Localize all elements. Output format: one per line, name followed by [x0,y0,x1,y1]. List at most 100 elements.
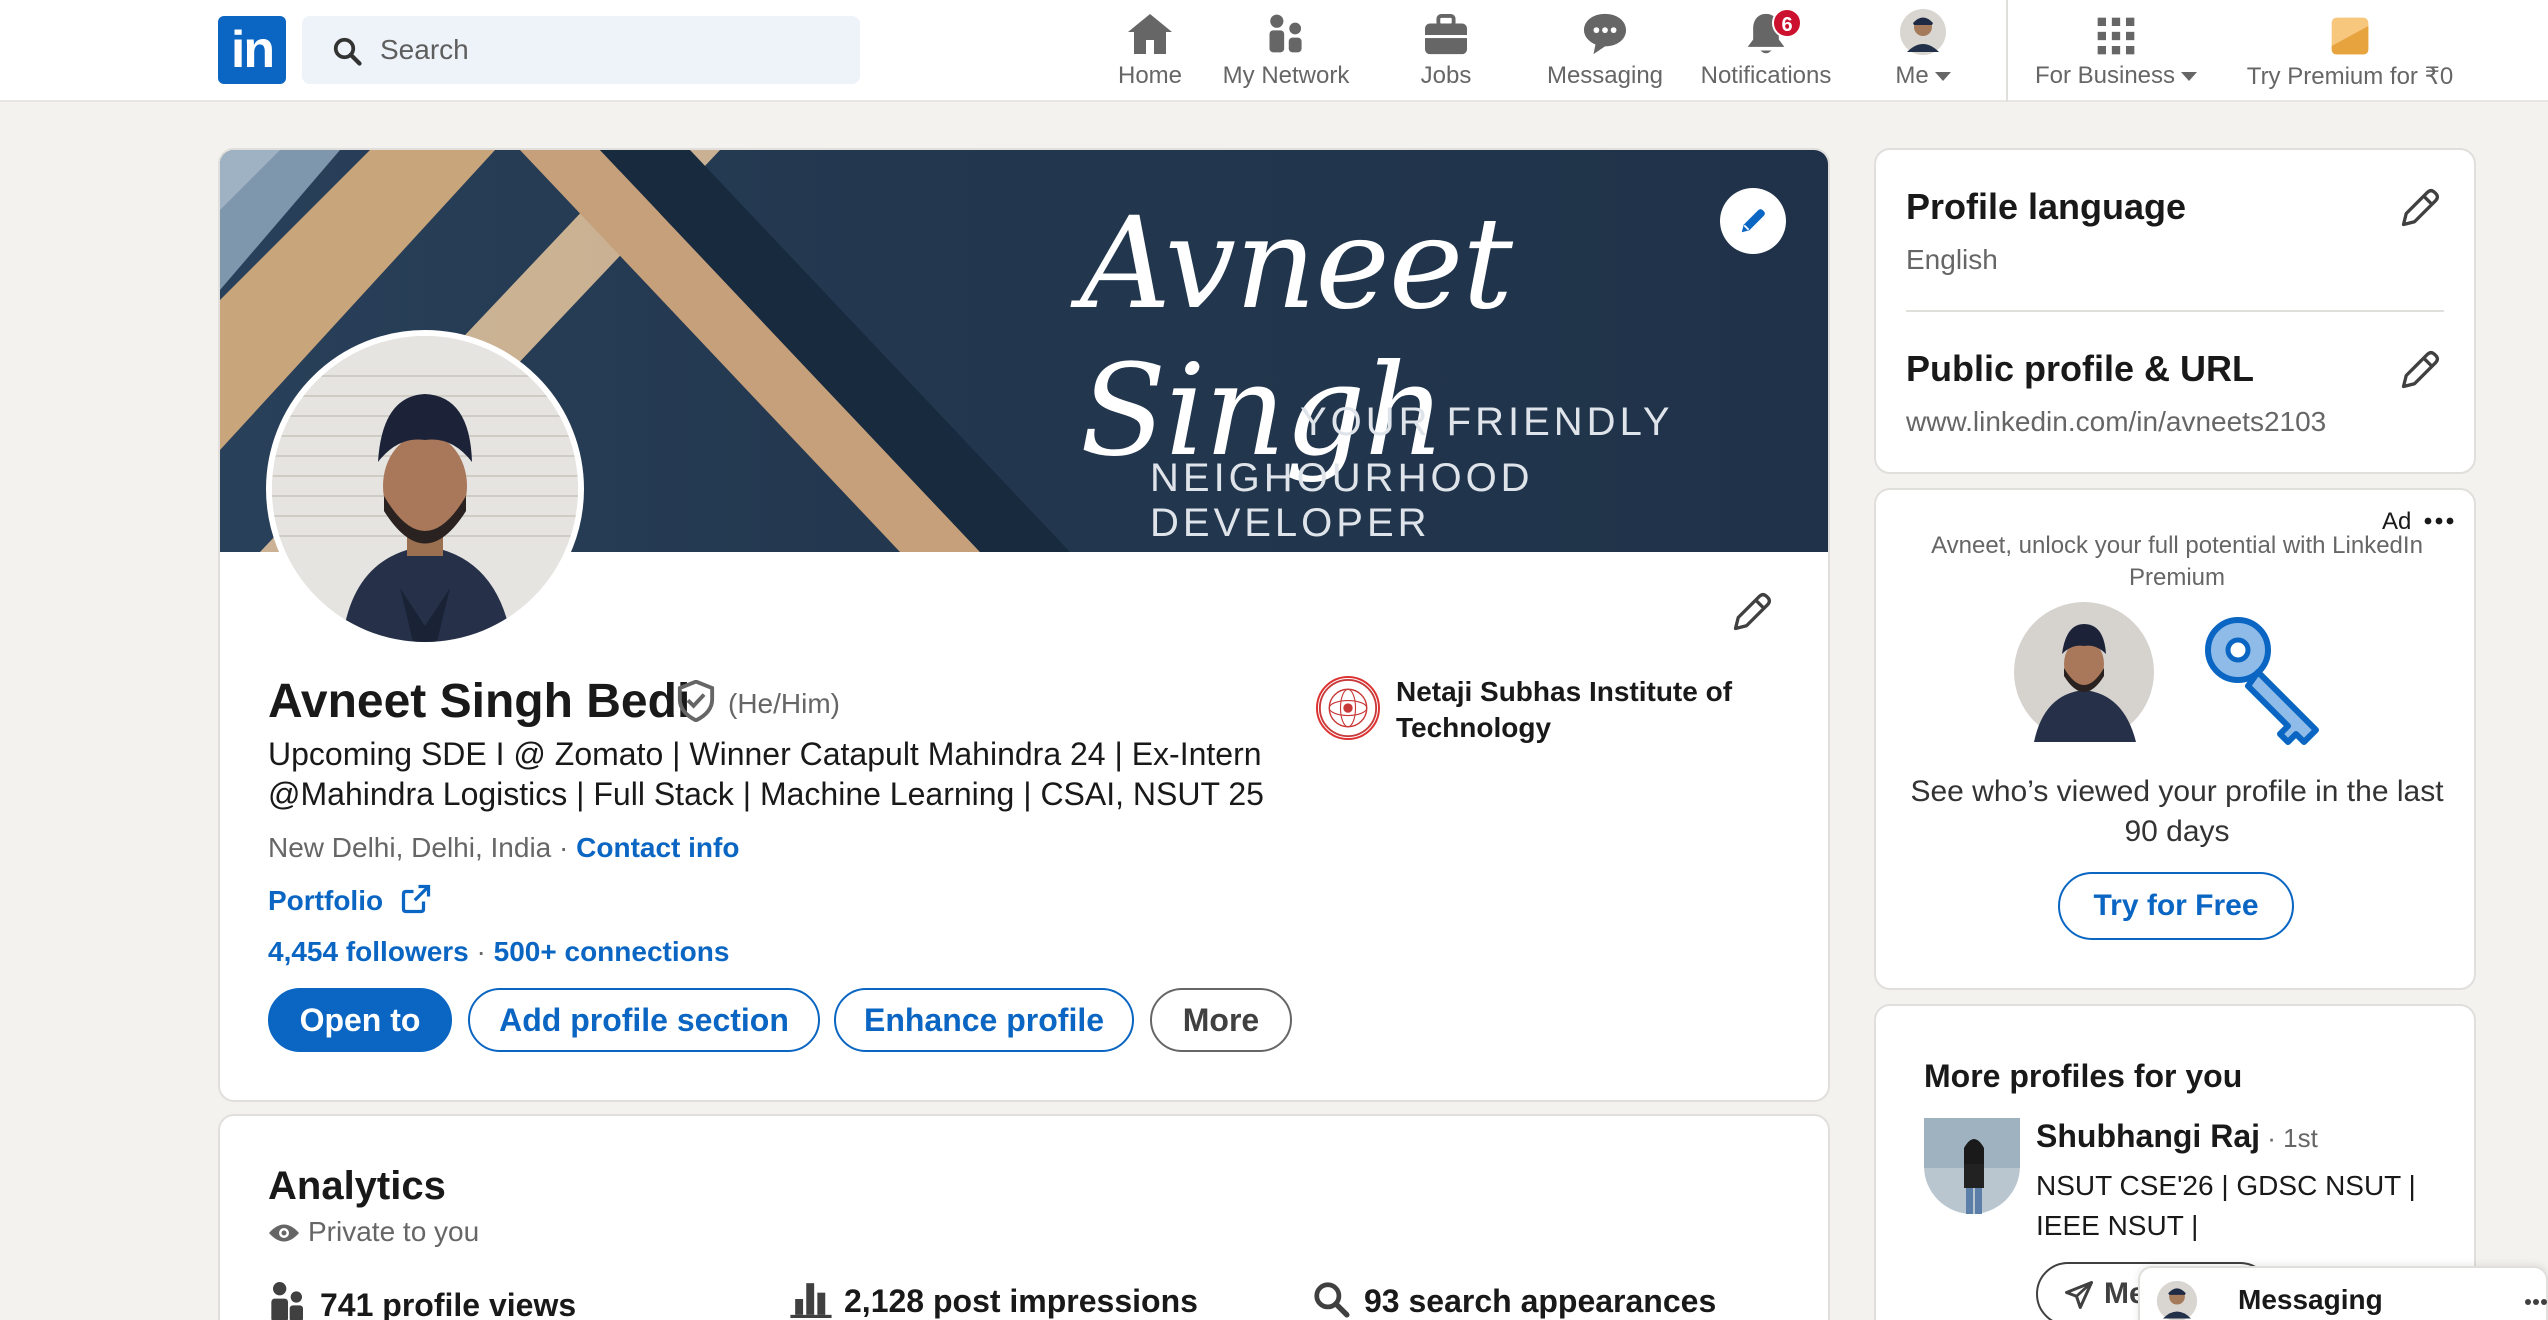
profile-language-value: English [1906,244,1998,275]
suggested-profile-headline: NSUT CSE'26 | GDSC NSUT | IEEE NSUT | [2036,1170,2416,1241]
profile-suggestion-avatar[interactable] [1924,1118,2020,1214]
ad-user-avatar [2014,602,2154,742]
profile-pronouns: (He/Him) [728,688,840,719]
people-icon [271,1282,303,1320]
nav-label: Jobs [1420,62,1472,89]
nav-home[interactable]: Home [1090,8,1210,94]
nav-label: Me [1895,62,1929,89]
nav-business-label: For Business [2024,62,2208,90]
education-school-link[interactable]: Netaji Subhas Institute of Technology [1396,674,1816,746]
contact-info-link[interactable]: Contact info [576,832,739,863]
analytics-card: Analytics Private to you 741 profile vie… [218,1114,1830,1320]
ad-headline: See who’s viewed your profile in the las… [1910,775,2444,848]
open-to-button[interactable]: Open to [268,988,452,1052]
nav-label: Notifications [1700,62,1832,89]
more-options-icon[interactable] [2424,516,2454,526]
search-appearances-label: 93 search appearances [1364,1283,1717,1319]
suggested-profile-name-row: Shubhangi Raj · 1st [2036,1118,2318,1155]
profile-settings-card: Profile language English Public profile … [1874,148,2476,474]
verified-shield-icon[interactable] [676,680,716,722]
nav-my-network[interactable]: My Network [1210,8,1362,94]
apps-grid-icon [2097,17,2135,55]
edit-url-pencil-icon[interactable] [2398,348,2442,392]
messaging-label: Messaging [2238,1284,2383,1315]
premium-icon [2331,17,2369,55]
linkedin-logo[interactable]: in [218,16,286,84]
search-appearances-link[interactable]: 93 search appearances [1312,1280,1716,1320]
eye-icon [269,1224,299,1242]
chevron-down-icon [2181,72,2198,82]
connections-link[interactable]: 500+ connections [494,936,730,967]
nav-me-label: Me [1880,62,1966,90]
analytics-subtitle: Private to you [308,1216,480,1247]
chevron-down-icon [1934,72,1951,82]
more-button[interactable]: More [1150,988,1292,1052]
nav-label: Home [1117,62,1183,89]
banner-tagline-2: NEIGHOURHOOD DEVELOPER [1150,456,1534,545]
nav-me[interactable]: Me [1880,8,1966,94]
briefcase-icon [1425,14,1467,55]
send-icon [2065,1281,2093,1309]
public-profile-title: Public profile & URL [1906,348,2255,389]
nav-try-premium[interactable]: Try Premium for ₹0 [2232,8,2468,94]
post-impressions-label: 2,128 post impressions [844,1283,1198,1319]
profile-views-link[interactable]: 741 profile views [268,1280,576,1320]
edit-language-pencil-icon[interactable] [2398,186,2442,230]
nav-divider [2006,0,2008,102]
avatar [1900,9,1946,55]
profile-headline: Upcoming SDE I @ Zomato | Winner Catapul… [268,736,1264,812]
pencil-icon [1741,209,1765,233]
home-icon [1128,14,1172,54]
network-stats: 4,454 followers · 500+ connections [268,936,729,968]
enhance-profile-button[interactable]: Enhance profile [834,988,1134,1052]
edit-banner-button[interactable] [1720,188,1786,254]
search-icon [1314,1282,1350,1318]
nav-notifications[interactable]: 6 Notifications [1690,8,1842,94]
nav-label: For Business [2034,62,2176,89]
edit-intro-pencil-icon[interactable] [1730,590,1774,634]
nav-label: My Network [1222,62,1350,89]
messaging-bar[interactable]: Messaging [2138,1266,2548,1320]
search-icon [333,37,362,66]
chat-icon [1583,13,1627,55]
portfolio-link[interactable]: Portfolio [268,884,431,917]
followers-link[interactable]: 4,454 followers [268,936,469,967]
more-options-icon[interactable] [2524,1298,2548,1306]
profile-language-title: Profile language [1906,186,2187,227]
profile-photo-image [272,336,578,642]
nav-messaging[interactable]: Messaging [1536,8,1674,94]
notification-count-badge: 6 [1772,8,1802,38]
analytics-privacy: Private to you [268,1216,479,1248]
profile-card: Avneet Singh YOUR FRIENDLY NEIGHOURHOOD … [218,148,1830,1102]
nav-jobs[interactable]: Jobs [1386,8,1506,94]
divider [1906,310,2444,312]
top-navigation: in Home My Network Jobs Messaging 6 Noti… [0,0,2548,102]
profile-name: Avneet Singh Bedi [268,675,691,728]
profile-views-label: 741 profile views [320,1287,577,1320]
post-impressions-link[interactable]: 2,128 post impressions [790,1280,1198,1320]
profile-location-row: New Delhi, Delhi, India · Contact info [268,832,739,864]
separator-dot: · [468,936,494,967]
portfolio-label: Portfolio [268,885,384,916]
public-profile-url: www.linkedin.com/in/avneets2103 [1906,406,2327,437]
try-for-free-button[interactable]: Try for Free [2058,872,2294,940]
suggested-profile-name[interactable]: Shubhangi Raj [2036,1118,2260,1154]
search-bar[interactable] [302,16,860,84]
network-icon [1269,14,1302,53]
profile-photo[interactable] [266,330,584,648]
profile-location: New Delhi, Delhi, India [268,832,552,863]
add-profile-section-button[interactable]: Add profile section [468,988,820,1052]
bar-chart-icon [790,1283,832,1318]
more-profiles-title: More profiles for you [1924,1058,2243,1094]
messaging-avatar [2156,1280,2198,1320]
separator-dot: · [551,832,577,863]
ad-intro-text: Avneet, unlock your full potential with … [1931,532,2423,591]
analytics-title: Analytics [268,1164,446,1208]
search-input[interactable] [380,16,840,84]
connection-degree: · 1st [2260,1123,2318,1153]
nav-for-business[interactable]: For Business [2024,8,2208,94]
nav-label: Try Premium for ₹0 [2246,63,2454,90]
school-logo [1316,676,1380,740]
key-icon [2205,617,2319,745]
banner-tagline-1: YOUR FRIENDLY [1300,400,1674,444]
